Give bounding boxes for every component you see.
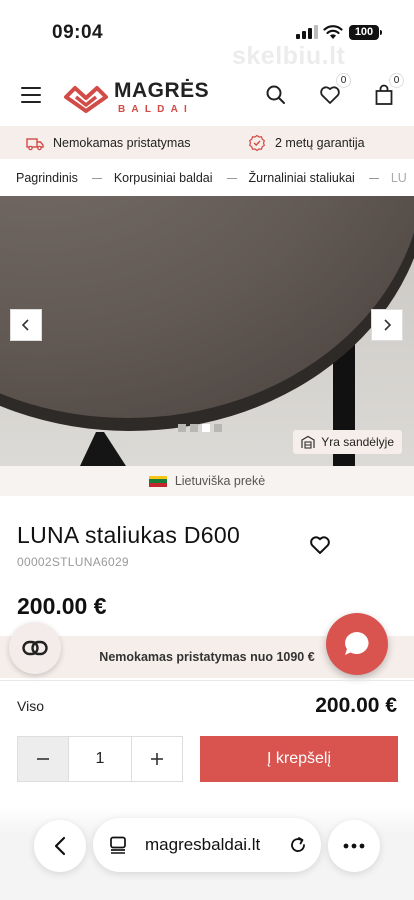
product-price: 200.00 € [17,593,107,619]
gallery-next-button[interactable] [371,309,403,341]
lithuania-flag-icon [148,475,167,487]
stock-label: Yra sandėlyje [321,435,394,449]
chevron-right-icon [384,319,392,331]
gallery-dot[interactable] [202,424,210,432]
total-label: Viso [17,698,44,714]
battery-icon: 100 [349,25,382,40]
minus-icon [37,758,49,760]
logo-subtitle: BALDAI [118,104,193,115]
badge-check-icon [248,134,266,151]
plus-icon [151,753,163,765]
product-sku: 00002STLUNA6029 [17,555,129,569]
chat-button[interactable] [326,613,388,675]
chevron-left-icon [54,836,66,856]
browser-more-button[interactable] [328,820,380,872]
status-bar: 09:04 100 [0,0,414,66]
product-gallery[interactable]: Yra sandėlyje [0,196,414,466]
decrease-quantity-button[interactable] [18,737,68,781]
chevron-left-icon [21,319,29,331]
divider [0,680,414,681]
warranty-info: 2 metų garantija [248,126,365,159]
page-settings-icon [110,836,126,854]
warehouse-icon [301,435,315,449]
info-bar: Nemokamas pristatymas 2 metų garantija [0,126,414,159]
gallery-dot[interactable] [190,424,198,432]
stock-badge: Yra sandėlyje [293,430,402,454]
cellular-signal-icon [296,25,318,39]
delivery-text: Nemokamas pristatymas [53,135,191,150]
quantity-input[interactable]: 1 [68,737,132,781]
breadcrumb-current: LU [390,171,407,185]
total-value: 200.00 € [315,694,397,717]
site-header: MAGRĖS BALDAI 0 0 [0,70,414,122]
free-shipping-text: Nemokamas pristatymas nuo 1090 € [99,650,315,664]
logo-mark-icon [64,86,108,113]
logo-name: MAGRĖS [114,79,210,102]
menu-icon[interactable] [21,87,41,103]
breadcrumb-separator [226,177,237,179]
wishlist-count-badge: 0 [336,73,351,88]
gallery-dot[interactable] [214,424,222,432]
address-bar[interactable]: magresbaldai.lt [93,818,321,872]
truck-icon [26,137,44,150]
breadcrumb: Pagrindinis Korpusiniai baldai Žurnalini… [16,164,414,192]
breadcrumb-subcategory[interactable]: Žurnaliniai staliukai [249,171,355,185]
cookie-settings-icon [22,640,48,656]
more-dots-icon [343,843,365,849]
warranty-text: 2 metų garantija [275,135,365,150]
browser-back-button[interactable] [34,820,86,872]
increase-quantity-button[interactable] [132,737,182,781]
origin-strip: Lietuviška prekė [0,466,414,496]
search-icon[interactable] [264,83,288,107]
browser-bottom-bar: magresbaldai.lt [0,806,414,900]
breadcrumb-home[interactable]: Pagrindinis [16,171,78,185]
product-title: LUNA staliukas D600 [17,522,241,548]
gallery-dots [178,424,226,432]
cookie-settings-button[interactable] [9,622,61,674]
address-url: magresbaldai.lt [145,835,261,854]
reload-icon[interactable] [289,836,307,854]
origin-label: Lietuviška prekė [174,474,266,488]
logo[interactable]: MAGRĖS BALDAI [62,75,212,117]
gallery-prev-button[interactable] [10,309,42,341]
gallery-dot[interactable] [178,424,186,432]
add-to-wishlist-heart-icon[interactable] [308,533,332,557]
quantity-stepper: 1 [17,736,183,782]
free-delivery-info: Nemokamas pristatymas [26,126,191,159]
watermark: skelbiu.lt [232,42,346,70]
clock: 09:04 [52,22,104,43]
add-to-cart-button[interactable]: Į krepšelį [200,736,398,782]
wifi-icon [323,25,343,39]
chat-bubble-icon [345,632,369,655]
breadcrumb-category[interactable]: Korpusiniai baldai [114,171,213,185]
breadcrumb-separator [368,177,379,179]
breadcrumb-separator [91,177,102,179]
cart-count-badge: 0 [389,73,404,88]
